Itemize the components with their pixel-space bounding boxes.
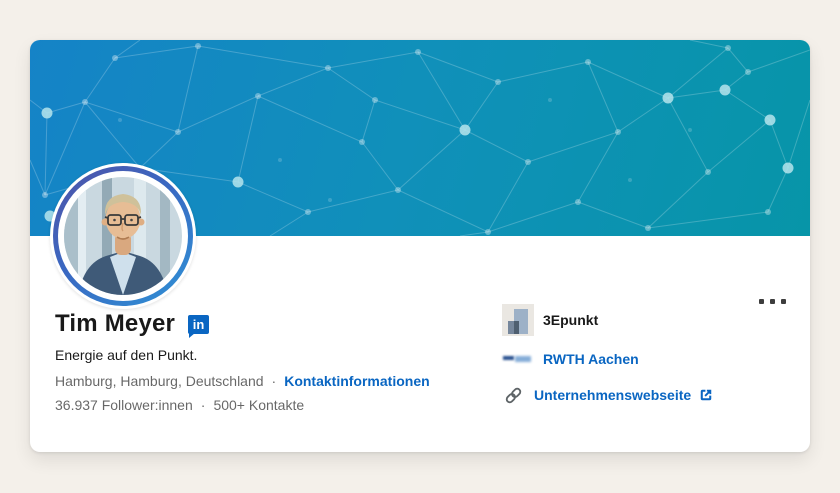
company-website-row[interactable]: Unternehmenswebseite bbox=[502, 384, 792, 406]
profile-summary: Tim Meyer in Energie auf den Punkt. Hamb… bbox=[55, 310, 505, 413]
company-logo-3epunkt bbox=[502, 304, 534, 336]
external-link-icon bbox=[699, 388, 713, 402]
linkedin-badge-icon: in bbox=[188, 314, 210, 338]
profile-photo-inner-ring bbox=[58, 171, 188, 301]
company-name: 3Epunkt bbox=[543, 312, 599, 328]
affiliations-panel: 3Epunkt RWTH Aachen Unternehmenswebseite bbox=[502, 304, 792, 406]
current-company-row[interactable]: 3Epunkt bbox=[502, 304, 792, 336]
avatar bbox=[64, 177, 182, 295]
university-logo-rwth bbox=[502, 352, 534, 366]
avatar-portrait bbox=[64, 177, 182, 295]
profile-location: Hamburg, Hamburg, Deutschland bbox=[55, 372, 264, 389]
university-name: RWTH Aachen bbox=[543, 351, 639, 367]
website-link[interactable]: Unternehmenswebseite bbox=[534, 387, 691, 403]
profile-photo-ring bbox=[53, 166, 193, 306]
followers-count: 36.937 Follower:innen bbox=[55, 396, 193, 413]
contact-info-link[interactable]: Kontaktinformationen bbox=[284, 373, 429, 389]
education-row[interactable]: RWTH Aachen bbox=[502, 351, 792, 367]
profile-tagline: Energie auf den Punkt. bbox=[55, 346, 198, 363]
separator-dot: · bbox=[200, 396, 206, 413]
contacts-count[interactable]: 500+ Kontakte bbox=[213, 397, 304, 413]
profile-card: Tim Meyer in Energie auf den Punkt. Hamb… bbox=[30, 40, 810, 452]
separator-dot: · bbox=[271, 372, 277, 389]
profile-name: Tim Meyer bbox=[55, 310, 176, 337]
more-ellipsis-icon bbox=[758, 298, 764, 304]
profile-photo[interactable] bbox=[50, 163, 196, 309]
link-icon bbox=[502, 384, 524, 406]
